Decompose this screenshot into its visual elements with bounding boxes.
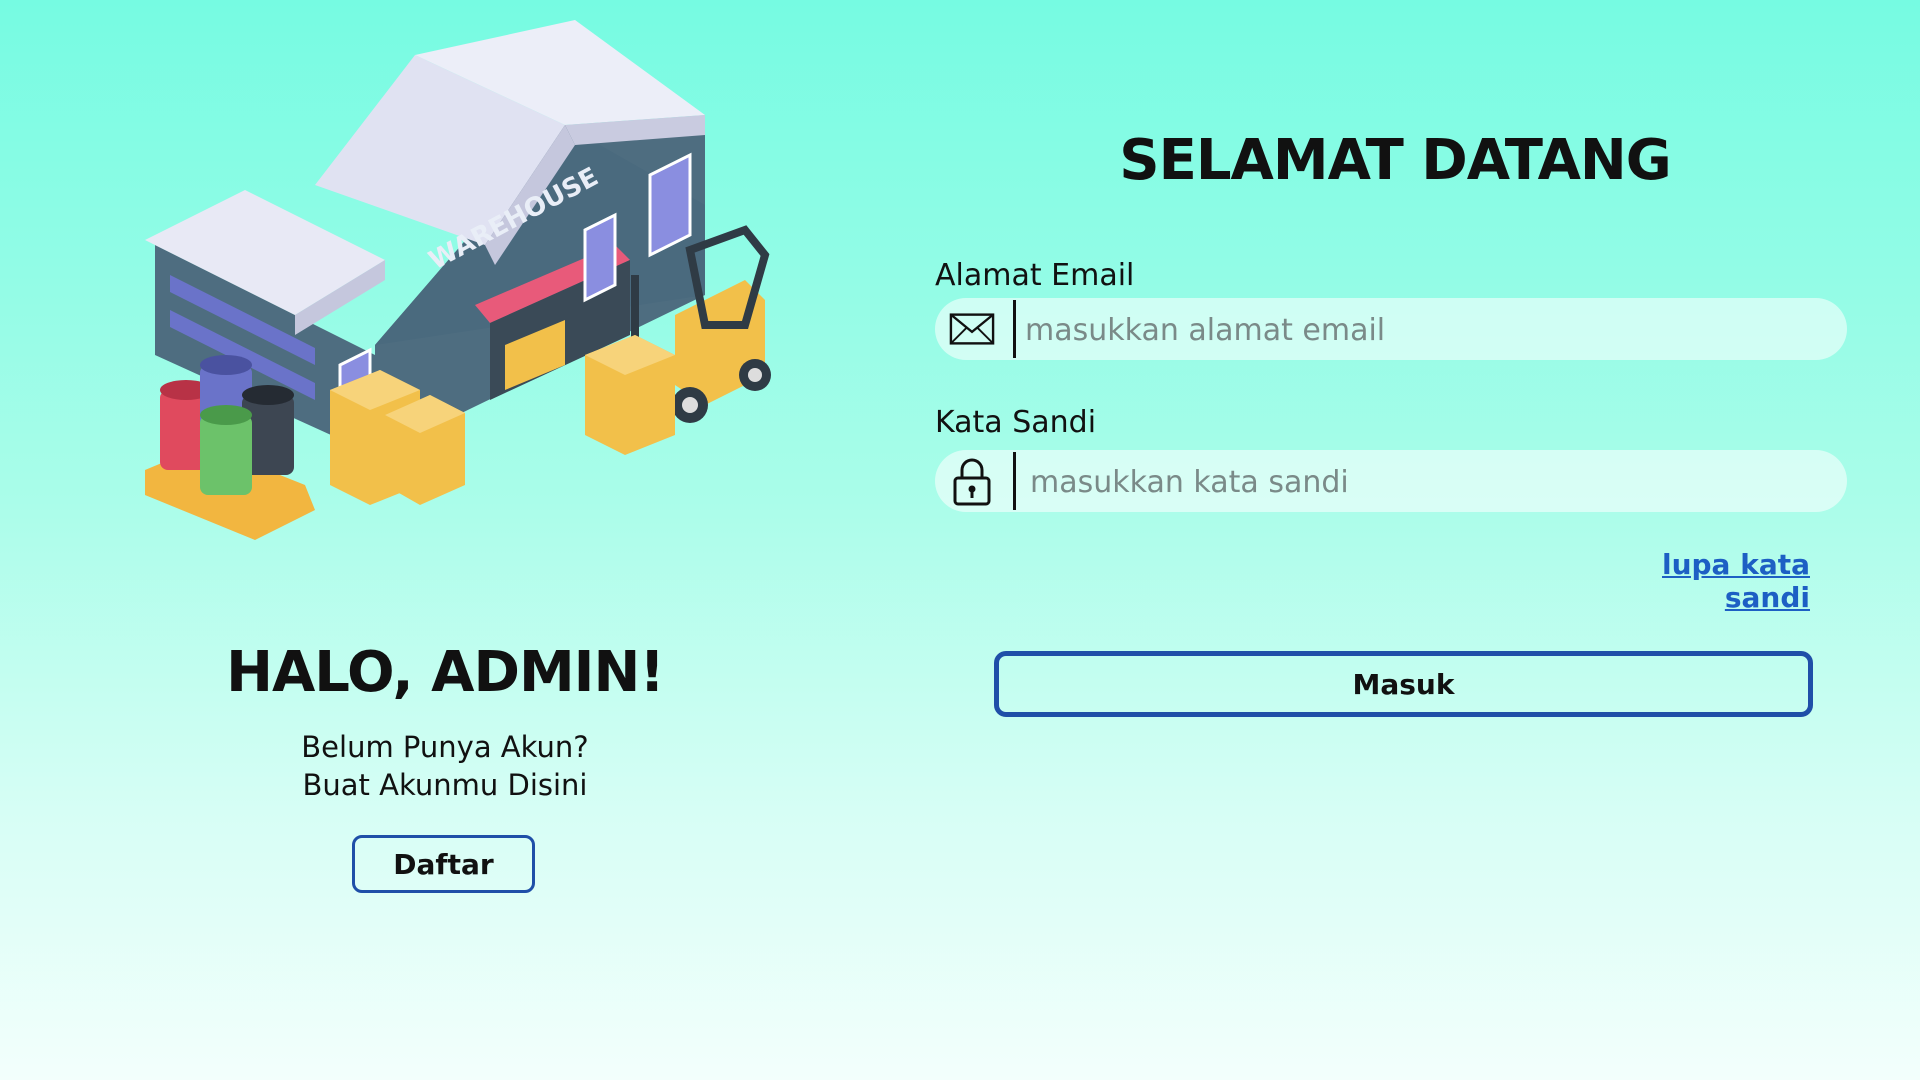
email-field[interactable] (935, 298, 1847, 360)
email-input[interactable] (1023, 306, 1827, 354)
register-prompt-line1: Belum Punya Akun? (301, 730, 589, 764)
password-label: Kata Sandi (935, 405, 1097, 440)
login-button[interactable]: Masuk (994, 651, 1813, 717)
greeting-title: HALO, ADMIN! (226, 640, 665, 705)
email-field-divider (1013, 300, 1016, 358)
envelope-icon (949, 306, 995, 352)
password-field[interactable] (935, 450, 1847, 512)
lock-icon (949, 458, 995, 506)
password-field-divider (1013, 452, 1016, 510)
register-button[interactable]: Daftar (352, 835, 535, 893)
warehouse-illustration: WAREHOUSE (145, 15, 775, 615)
register-prompt-line2: Buat Akunmu Disini (302, 768, 588, 802)
forgot-password-link[interactable]: lupa kata sandi (1600, 548, 1810, 614)
welcome-title: SELAMAT DATANG (1119, 128, 1672, 193)
email-label: Alamat Email (935, 258, 1135, 293)
register-prompt: Belum Punya Akun? Buat Akunmu Disini (160, 728, 730, 804)
password-input[interactable] (1028, 458, 1832, 506)
